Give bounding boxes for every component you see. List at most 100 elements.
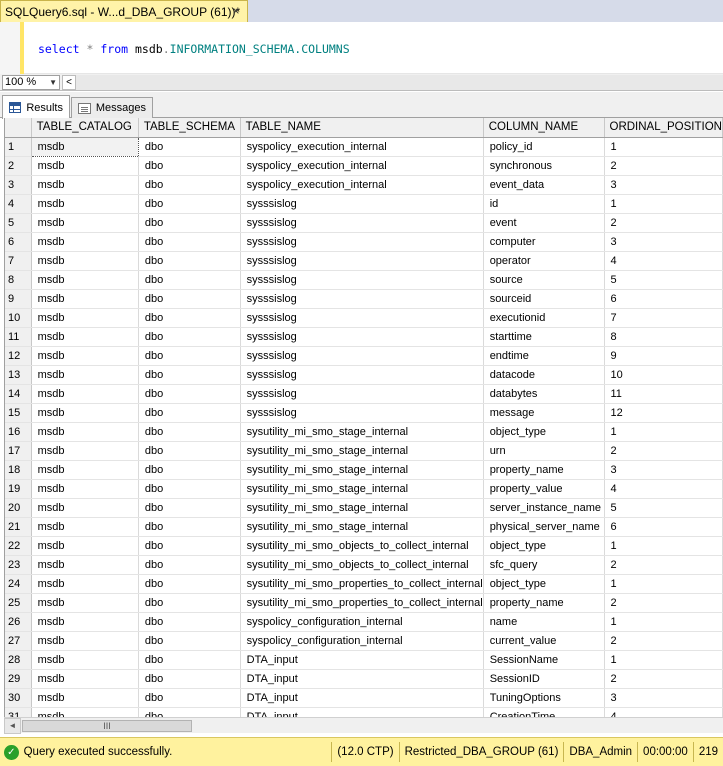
row-number[interactable]: 21 bbox=[5, 517, 32, 537]
table-cell[interactable]: syspolicy_execution_internal bbox=[240, 137, 484, 157]
table-cell[interactable]: msdb bbox=[31, 365, 139, 385]
table-cell[interactable]: msdb bbox=[31, 422, 139, 442]
table-cell[interactable]: DTA_input bbox=[240, 688, 484, 708]
row-number[interactable]: 13 bbox=[5, 365, 32, 385]
table-cell[interactable]: sysssislog bbox=[240, 251, 484, 271]
table-cell[interactable]: dbo bbox=[138, 422, 241, 442]
table-cell[interactable]: 9 bbox=[604, 346, 723, 366]
table-cell[interactable]: sysssislog bbox=[240, 289, 484, 309]
table-cell[interactable]: msdb bbox=[31, 479, 139, 499]
table-cell[interactable]: sysssislog bbox=[240, 232, 484, 252]
table-cell[interactable]: dbo bbox=[138, 707, 241, 717]
column-header[interactable]: COLUMN_NAME bbox=[483, 118, 605, 138]
table-cell[interactable]: msdb bbox=[31, 213, 139, 233]
table-cell[interactable]: current_value bbox=[483, 631, 605, 651]
table-cell[interactable]: dbo bbox=[138, 460, 241, 480]
table-row[interactable]: 18 msdb dbo sysutility_mi_smo_stage_interna… bbox=[5, 460, 723, 480]
table-cell[interactable]: sysssislog bbox=[240, 365, 484, 385]
table-cell[interactable]: endtime bbox=[483, 346, 605, 366]
table-cell[interactable]: SessionName bbox=[483, 650, 605, 670]
table-cell[interactable]: msdb bbox=[31, 612, 139, 632]
table-cell[interactable]: databytes bbox=[483, 384, 605, 404]
table-cell[interactable]: 7 bbox=[604, 308, 723, 328]
close-icon[interactable]: × bbox=[229, 4, 243, 18]
table-row[interactable]: 3 msdb dbo syspolicy_execution_internal even… bbox=[5, 175, 723, 195]
table-cell[interactable]: sysutility_mi_smo_stage_internal bbox=[240, 422, 484, 442]
table-cell[interactable]: msdb bbox=[31, 289, 139, 309]
table-cell[interactable]: SessionID bbox=[483, 669, 605, 689]
query-line[interactable]: select * from msdb.INFORMATION_SCHEMA.CO… bbox=[38, 42, 350, 56]
table-cell[interactable]: physical_server_name bbox=[483, 517, 605, 537]
table-cell[interactable]: msdb bbox=[31, 308, 139, 328]
table-cell[interactable]: 1 bbox=[604, 650, 723, 670]
column-header[interactable]: TABLE_NAME bbox=[240, 118, 484, 138]
tab-messages[interactable]: Messages bbox=[71, 97, 153, 118]
table-cell[interactable]: dbo bbox=[138, 384, 241, 404]
column-header[interactable]: TABLE_CATALOG bbox=[31, 118, 139, 138]
table-cell[interactable]: computer bbox=[483, 232, 605, 252]
table-cell[interactable]: msdb bbox=[31, 517, 139, 537]
table-row[interactable]: 31 msdb dbo DTA_input CreationTime 4 bbox=[5, 707, 723, 717]
table-cell[interactable]: msdb bbox=[31, 707, 139, 717]
table-cell[interactable]: sysssislog bbox=[240, 403, 484, 423]
row-number[interactable]: 11 bbox=[5, 327, 32, 347]
row-number[interactable]: 18 bbox=[5, 460, 32, 480]
row-number[interactable]: 25 bbox=[5, 593, 32, 613]
table-cell[interactable]: DTA_input bbox=[240, 707, 484, 717]
table-cell[interactable]: 12 bbox=[604, 403, 723, 423]
table-row[interactable]: 12 msdb dbo sysssislog endtime 9 bbox=[5, 346, 723, 366]
table-cell[interactable]: 2 bbox=[604, 555, 723, 575]
table-cell[interactable]: dbo bbox=[138, 498, 241, 518]
editor-scroll-track[interactable] bbox=[76, 74, 723, 90]
table-row[interactable]: 22 msdb dbo sysutility_mi_smo_objects_to_co… bbox=[5, 536, 723, 556]
table-cell[interactable]: msdb bbox=[31, 593, 139, 613]
table-row[interactable]: 4 msdb dbo sysssislog id 1 bbox=[5, 194, 723, 214]
table-cell[interactable]: 11 bbox=[604, 384, 723, 404]
row-number[interactable]: 6 bbox=[5, 232, 32, 252]
table-cell[interactable]: object_type bbox=[483, 574, 605, 594]
table-cell[interactable]: 2 bbox=[604, 213, 723, 233]
table-cell[interactable]: msdb bbox=[31, 498, 139, 518]
table-row[interactable]: 10 msdb dbo sysssislog executionid 7 bbox=[5, 308, 723, 328]
table-cell[interactable]: property_name bbox=[483, 460, 605, 480]
table-cell[interactable]: 6 bbox=[604, 289, 723, 309]
table-cell[interactable]: 1 bbox=[604, 612, 723, 632]
table-cell[interactable]: msdb bbox=[31, 536, 139, 556]
table-cell[interactable]: msdb bbox=[31, 232, 139, 252]
table-row[interactable]: 30 msdb dbo DTA_input TuningOptions 3 bbox=[5, 688, 723, 708]
row-number[interactable]: 30 bbox=[5, 688, 32, 708]
table-cell[interactable]: 2 bbox=[604, 441, 723, 461]
table-cell[interactable]: sysssislog bbox=[240, 308, 484, 328]
table-cell[interactable]: sysutility_mi_smo_stage_internal bbox=[240, 460, 484, 480]
table-row[interactable]: 14 msdb dbo sysssislog databytes 11 bbox=[5, 384, 723, 404]
table-cell[interactable]: dbo bbox=[138, 555, 241, 575]
row-number[interactable]: 9 bbox=[5, 289, 32, 309]
table-row[interactable]: 23 msdb dbo sysutility_mi_smo_objects_to_co… bbox=[5, 555, 723, 575]
scrollbar-thumb[interactable]: III bbox=[22, 720, 192, 732]
table-cell[interactable]: msdb bbox=[31, 403, 139, 423]
table-cell[interactable]: 5 bbox=[604, 498, 723, 518]
row-number[interactable]: 3 bbox=[5, 175, 32, 195]
table-cell[interactable]: sourceid bbox=[483, 289, 605, 309]
table-cell[interactable]: dbo bbox=[138, 156, 241, 176]
table-row[interactable]: 11 msdb dbo sysssislog starttime 8 bbox=[5, 327, 723, 347]
table-cell[interactable]: syspolicy_execution_internal bbox=[240, 175, 484, 195]
table-cell[interactable]: dbo bbox=[138, 536, 241, 556]
table-cell[interactable]: server_instance_name bbox=[483, 498, 605, 518]
row-number[interactable]: 28 bbox=[5, 650, 32, 670]
table-cell[interactable]: datacode bbox=[483, 365, 605, 385]
table-cell[interactable]: msdb bbox=[31, 156, 139, 176]
table-cell[interactable]: event_data bbox=[483, 175, 605, 195]
table-cell[interactable]: dbo bbox=[138, 232, 241, 252]
table-cell[interactable]: TuningOptions bbox=[483, 688, 605, 708]
editor-scroll-left-button[interactable]: < bbox=[62, 74, 76, 90]
table-cell[interactable]: 2 bbox=[604, 593, 723, 613]
table-cell[interactable]: dbo bbox=[138, 194, 241, 214]
table-cell[interactable]: msdb bbox=[31, 327, 139, 347]
table-row[interactable]: 21 msdb dbo sysutility_mi_smo_stage_interna… bbox=[5, 517, 723, 537]
table-cell[interactable]: 5 bbox=[604, 270, 723, 290]
table-row[interactable]: 19 msdb dbo sysutility_mi_smo_stage_interna… bbox=[5, 479, 723, 499]
table-cell[interactable]: sysutility_mi_smo_stage_internal bbox=[240, 517, 484, 537]
table-cell[interactable]: 3 bbox=[604, 232, 723, 252]
table-cell[interactable]: DTA_input bbox=[240, 669, 484, 689]
